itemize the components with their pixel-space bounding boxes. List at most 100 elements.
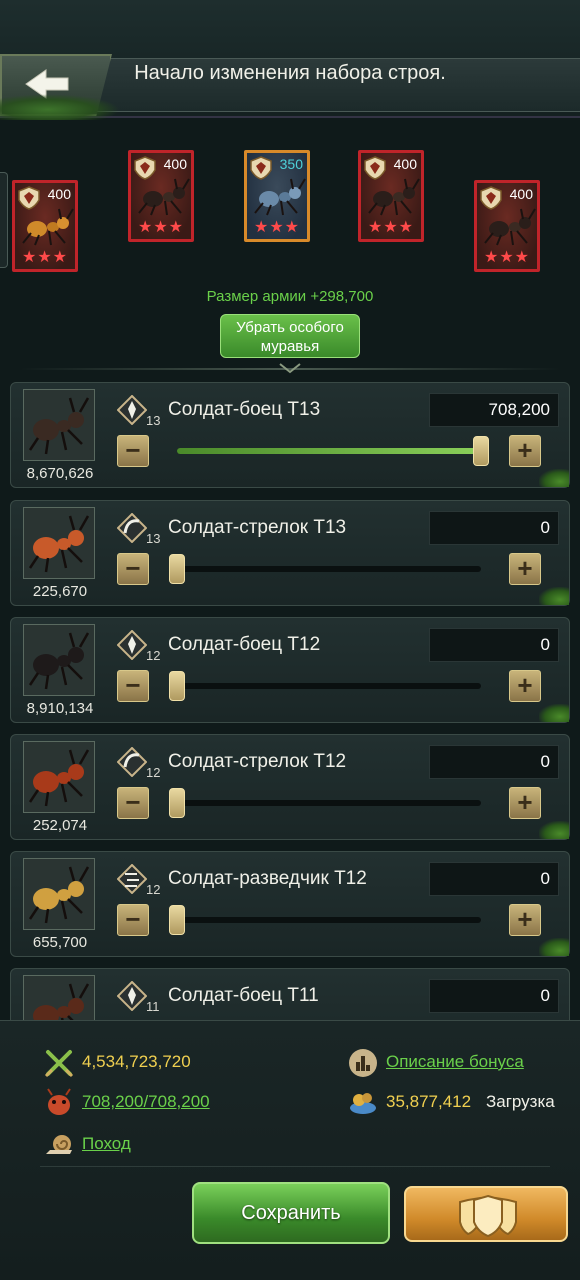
leaf-decoration (539, 821, 569, 839)
formation-button[interactable] (404, 1186, 568, 1242)
slider-handle[interactable] (169, 905, 185, 935)
troop-tier: 12 (146, 882, 161, 897)
troop-tier: 12 (146, 648, 161, 663)
troop-portrait (23, 858, 95, 930)
troop-portrait (23, 741, 95, 813)
divider-ornament-icon (279, 363, 301, 374)
troop-quantity-input[interactable]: 0 (429, 628, 559, 662)
load-value: 35,877,412 (386, 1092, 472, 1111)
troop-available-count: 655,700 (32, 934, 88, 951)
increase-button[interactable]: + (509, 553, 541, 585)
remove-special-ant-button[interactable]: Убрать особого муравья (220, 314, 360, 358)
save-button[interactable]: Сохранить (192, 1182, 390, 1244)
bonus-description-link[interactable]: Описание бонуса (386, 1052, 524, 1072)
march-link[interactable]: Поход (82, 1134, 131, 1154)
army-slot-1[interactable]: 400 ★★★ (12, 180, 78, 272)
increase-button[interactable]: + (509, 435, 541, 467)
leaf-decoration (539, 587, 569, 605)
star-rating: ★★★ (137, 219, 185, 236)
slot-level: 400 (163, 156, 187, 172)
bar-chart-icon (349, 1049, 377, 1077)
ant-head-icon (47, 1088, 71, 1115)
snail-icon (46, 1135, 72, 1154)
troop-type-icon (117, 747, 147, 777)
decrease-button[interactable]: − (117, 904, 149, 936)
troop-slider[interactable] (169, 905, 481, 935)
troop-tier: 13 (146, 531, 161, 546)
slider-handle[interactable] (473, 436, 489, 466)
troop-slider[interactable] (169, 788, 481, 818)
load-icon (350, 1093, 376, 1114)
crossed-swords-icon (44, 1050, 74, 1078)
troop-name: Солдат-стрелок T12 (168, 751, 347, 772)
troop-portrait (23, 389, 95, 461)
troop-quantity-input[interactable]: 708,200 (429, 393, 559, 427)
troop-row: 8,910,134 12 Солдат-боец T12 0 − + (10, 617, 570, 723)
increase-button[interactable]: + (509, 787, 541, 819)
troop-quantity-input[interactable]: 0 (429, 979, 559, 1013)
army-slot-4[interactable]: 400 ★★★ (358, 150, 424, 242)
troop-type-icon (117, 513, 147, 543)
ant-unit-icon (368, 178, 420, 216)
leaf-decoration (539, 704, 569, 722)
ant-portrait-icon (28, 749, 90, 807)
slot-level: 400 (47, 186, 71, 202)
decrease-button[interactable]: − (117, 670, 149, 702)
troop-type-icon (117, 981, 147, 1011)
army-slot-3[interactable]: 350 ★★★ (244, 150, 310, 242)
decrease-button[interactable]: − (117, 787, 149, 819)
ant-portrait-icon (28, 632, 90, 690)
star-rating: ★★★ (483, 249, 531, 266)
troop-available-count: 8,670,626 (26, 465, 94, 482)
slider-handle[interactable] (169, 671, 185, 701)
troop-row: 252,074 12 Солдат-стрелок T12 0 − + (10, 734, 570, 840)
ant-unit-icon (138, 178, 190, 216)
troop-name: Солдат-разведчик T12 (168, 868, 367, 889)
side-tab[interactable] (0, 172, 8, 268)
troop-quantity-input[interactable]: 0 (429, 745, 559, 779)
star-rating: ★★★ (367, 219, 415, 236)
troop-name: Солдат-боец T12 (168, 634, 321, 655)
ant-unit-icon (254, 178, 306, 216)
leaf-decoration (539, 938, 569, 956)
star-rating: ★★★ (253, 219, 301, 236)
vine-decoration (0, 94, 120, 120)
troop-name: Солдат-боец T11 (168, 985, 319, 1006)
shields-icon (459, 1194, 517, 1238)
troop-row: 655,700 12 Солдат-разведчик T12 0 − + (10, 851, 570, 957)
army-size-text: Размер армии +298,700 (206, 288, 374, 305)
troop-quantity-input[interactable]: 0 (429, 862, 559, 896)
increase-button[interactable]: + (509, 904, 541, 936)
troop-row: 225,670 13 Солдат-стрелок T13 0 − + (10, 500, 570, 606)
troop-row: 8,670,626 13 Солдат-боец T13 708,200 − + (10, 382, 570, 488)
troop-slider[interactable] (169, 554, 481, 584)
decrease-button[interactable]: − (117, 435, 149, 467)
troop-quantity-input[interactable]: 0 (429, 511, 559, 545)
page-title: Начало изменения набора строя. (134, 62, 446, 84)
load-label: Загрузка (486, 1092, 555, 1111)
header: Начало изменения набора строя. (0, 0, 580, 120)
slot-level: 400 (393, 156, 417, 172)
troop-available-count: 8,910,134 (26, 700, 94, 717)
leaf-decoration (539, 469, 569, 487)
slider-handle[interactable] (169, 554, 185, 584)
troop-portrait (23, 624, 95, 696)
separator (40, 1166, 550, 1167)
slot-level: 350 (279, 156, 303, 172)
decrease-button[interactable]: − (117, 553, 149, 585)
troop-type-icon (117, 395, 147, 425)
slider-handle[interactable] (169, 788, 185, 818)
troop-tier: 12 (146, 765, 161, 780)
troops-count-link[interactable]: 708,200/708,200 (82, 1092, 210, 1112)
ant-unit-icon (22, 208, 74, 246)
troop-name: Солдат-боец T13 (168, 399, 321, 420)
troop-slider[interactable] (169, 671, 481, 701)
troop-name: Солдат-стрелок T13 (168, 517, 347, 538)
army-slot-5[interactable]: 400 ★★★ (474, 180, 540, 272)
slider-fill (177, 448, 481, 454)
ant-portrait-icon (28, 397, 90, 455)
increase-button[interactable]: + (509, 670, 541, 702)
troop-slider[interactable] (177, 436, 489, 466)
ant-unit-icon (484, 208, 536, 246)
army-slot-2[interactable]: 400 ★★★ (128, 150, 194, 242)
